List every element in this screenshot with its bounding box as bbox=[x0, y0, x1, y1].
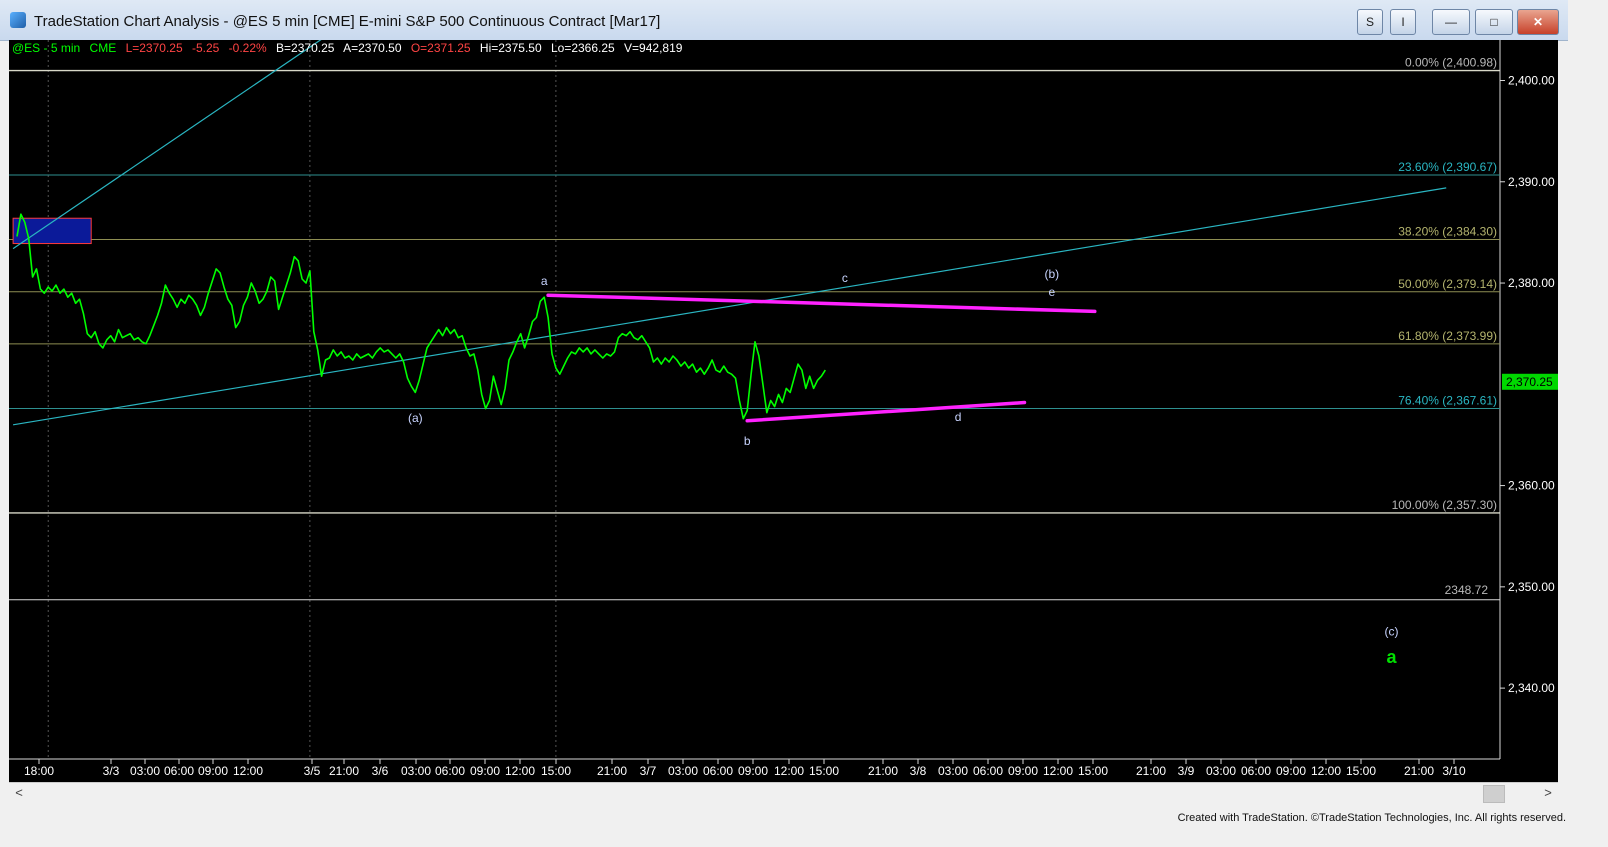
x-tick-label: 06:00 bbox=[1241, 764, 1271, 778]
y-tick-label: 2,400.00 bbox=[1508, 74, 1555, 88]
x-tick-label: 09:00 bbox=[1008, 764, 1038, 778]
y-tick-label: 2,350.00 bbox=[1508, 580, 1555, 594]
x-tick-label: 03:00 bbox=[938, 764, 968, 778]
i-button[interactable]: I bbox=[1390, 9, 1416, 35]
x-tick-label: 3/9 bbox=[1178, 764, 1195, 778]
wave-label: b bbox=[744, 434, 751, 448]
plot-background bbox=[9, 40, 1500, 759]
open-value: O=2371.25 bbox=[410, 41, 471, 55]
scroll-left-icon[interactable]: < bbox=[11, 785, 27, 801]
minimize-button[interactable]: — bbox=[1432, 9, 1470, 35]
x-tick-label: 03:00 bbox=[668, 764, 698, 778]
last-price-label: 2,370.25 bbox=[1506, 375, 1553, 389]
x-tick-label: 15:00 bbox=[541, 764, 571, 778]
x-tick-label: 21:00 bbox=[868, 764, 898, 778]
x-tick-label: 06:00 bbox=[973, 764, 1003, 778]
x-tick-label: 12:00 bbox=[1311, 764, 1341, 778]
fib-level-label: 0.00% (2,400.98) bbox=[1405, 56, 1497, 70]
x-tick-label: 18:00 bbox=[24, 764, 54, 778]
x-tick-label: 03:00 bbox=[401, 764, 431, 778]
change-value: -5.25 bbox=[191, 41, 220, 55]
x-tick-label: 12:00 bbox=[233, 764, 263, 778]
x-tick-label: 12:00 bbox=[774, 764, 804, 778]
fib-level-label: 23.60% (2,390.67) bbox=[1398, 160, 1497, 174]
wave-label: c bbox=[842, 271, 848, 285]
fib-level-label: 61.80% (2,373.99) bbox=[1398, 329, 1497, 343]
x-tick-label: 21:00 bbox=[1136, 764, 1166, 778]
wave-label: a bbox=[541, 274, 548, 288]
x-tick-label: 06:00 bbox=[703, 764, 733, 778]
app-icon bbox=[10, 12, 26, 28]
fib-level-label: 38.20% (2,384.30) bbox=[1398, 224, 1497, 238]
x-tick-label: 09:00 bbox=[470, 764, 500, 778]
quote-header: @ES - 5 min CME L=2370.25 -5.25 -0.22% B… bbox=[12, 41, 688, 55]
scroll-right-icon[interactable]: > bbox=[1540, 785, 1556, 801]
level-label: 2348.72 bbox=[1445, 583, 1489, 597]
x-tick-label: 06:00 bbox=[164, 764, 194, 778]
x-tick-label: 03:00 bbox=[1206, 764, 1236, 778]
title-bar: TradeStation Chart Analysis - @ES 5 min … bbox=[0, 0, 1568, 41]
x-tick-label: 21:00 bbox=[597, 764, 627, 778]
copyright-footer: Created with TradeStation. ©TradeStation… bbox=[1177, 812, 1566, 824]
low-value: Lo=2366.25 bbox=[550, 41, 615, 55]
x-tick-label: 15:00 bbox=[809, 764, 839, 778]
maximize-button[interactable]: □ bbox=[1475, 9, 1513, 35]
price-chart[interactable]: 0.00% (2,400.98) 23.60% (2,390.67) 38.20% … bbox=[9, 33, 1558, 782]
x-tick-label: 21:00 bbox=[329, 764, 359, 778]
ask-value: A=2370.50 bbox=[343, 41, 402, 55]
x-tick-label: 09:00 bbox=[738, 764, 768, 778]
x-tick-label: 3/6 bbox=[372, 764, 389, 778]
last-value: L=2370.25 bbox=[125, 41, 183, 55]
wave-label: (c) bbox=[1385, 624, 1399, 638]
wave-label: d bbox=[955, 410, 962, 424]
y-tick-label: 2,380.00 bbox=[1508, 276, 1555, 290]
close-button[interactable]: ✕ bbox=[1517, 9, 1559, 35]
x-tick-label: 3/8 bbox=[910, 764, 927, 778]
fib-level-label: 100.00% (2,357.30) bbox=[1392, 498, 1497, 512]
wave-label: (b) bbox=[1044, 267, 1059, 281]
x-tick-label: 15:00 bbox=[1346, 764, 1376, 778]
x-tick-label: 12:00 bbox=[1043, 764, 1073, 778]
high-value: Hi=2375.50 bbox=[479, 41, 542, 55]
x-tick-label: 3/7 bbox=[640, 764, 657, 778]
window-title: TradeStation Chart Analysis - @ES 5 min … bbox=[34, 13, 661, 30]
x-tick-label: 09:00 bbox=[198, 764, 228, 778]
x-tick-label: 21:00 bbox=[1404, 764, 1434, 778]
x-tick-label: 12:00 bbox=[505, 764, 535, 778]
wave-label: (a) bbox=[408, 411, 423, 425]
fib-level-label: 76.40% (2,367.61) bbox=[1398, 394, 1497, 408]
x-tick-label: 3/5 bbox=[304, 764, 321, 778]
percent-change-value: -0.22% bbox=[228, 41, 267, 55]
y-tick-label: 2,360.00 bbox=[1508, 479, 1555, 493]
chart-area[interactable]: 0.00% (2,400.98) 23.60% (2,390.67) 38.20% … bbox=[9, 33, 1558, 782]
wave-label: a bbox=[1387, 647, 1398, 667]
y-tick-label: 2,390.00 bbox=[1508, 175, 1555, 189]
y-tick-label: 2,340.00 bbox=[1508, 681, 1555, 695]
symbol-label: @ES - 5 min bbox=[12, 41, 81, 55]
s-button[interactable]: S bbox=[1357, 9, 1383, 35]
x-tick-label: 3/3 bbox=[103, 764, 120, 778]
x-tick-label: 15:00 bbox=[1078, 764, 1108, 778]
bid-value: B=2370.25 bbox=[276, 41, 335, 55]
exchange-label: CME bbox=[89, 41, 117, 55]
volume-value: V=942,819 bbox=[624, 41, 683, 55]
wave-label: e bbox=[1048, 285, 1055, 299]
scroll-thumb[interactable] bbox=[1483, 785, 1505, 803]
x-tick-label: 03:00 bbox=[130, 764, 160, 778]
x-tick-label: 06:00 bbox=[435, 764, 465, 778]
horizontal-scrollbar[interactable]: < > bbox=[9, 782, 1558, 803]
x-tick-label: 3/10 bbox=[1442, 764, 1466, 778]
fib-level-label: 50.00% (2,379.14) bbox=[1398, 277, 1497, 291]
x-tick-label: 09:00 bbox=[1276, 764, 1306, 778]
